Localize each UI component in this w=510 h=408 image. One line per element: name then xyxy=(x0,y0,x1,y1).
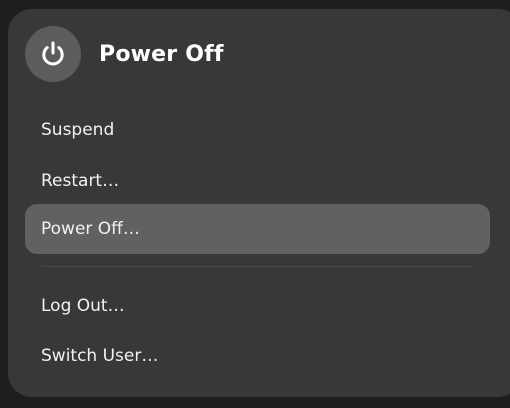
restart-item[interactable]: Restart… xyxy=(25,156,490,206)
switch-user-label: Switch User… xyxy=(41,346,159,366)
suspend-item[interactable]: Suspend xyxy=(25,105,490,155)
log-out-item[interactable]: Log Out… xyxy=(25,281,490,331)
power-icon-glyph xyxy=(42,41,64,66)
power-off-label: Power Off… xyxy=(41,219,140,239)
log-out-label: Log Out… xyxy=(41,296,125,316)
power-menu-header: Power Off xyxy=(25,26,224,82)
power-off-item[interactable]: Power Off… xyxy=(25,204,490,254)
power-icon xyxy=(25,26,81,82)
switch-user-item[interactable]: Switch User… xyxy=(25,331,490,381)
suspend-label: Suspend xyxy=(41,120,115,140)
restart-label: Restart… xyxy=(41,171,120,191)
power-menu-title: Power Off xyxy=(99,41,224,67)
menu-separator xyxy=(42,266,474,267)
